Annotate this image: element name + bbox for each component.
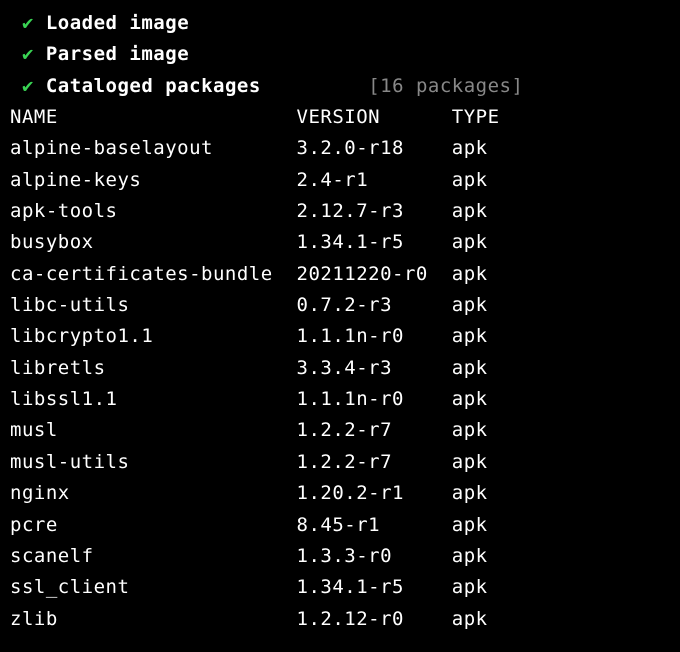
package-name: alpine-baselayout: [10, 137, 297, 159]
table-row: pcre 8.45-r1 apk: [10, 510, 670, 541]
package-version: 3.2.0-r18: [297, 137, 452, 159]
step-label: Parsed image: [46, 43, 189, 65]
table-row: alpine-keys 2.4-r1 apk: [10, 165, 670, 196]
package-name: libssl1.1: [10, 388, 297, 410]
package-version: 1.20.2-r1: [297, 482, 452, 504]
package-version: 2.4-r1: [297, 169, 452, 191]
table-row: ca-certificates-bundle 20211220-r0 apk: [10, 259, 670, 290]
package-name: busybox: [10, 231, 297, 253]
package-type: apk: [452, 608, 488, 630]
package-type: apk: [452, 576, 488, 598]
package-type: apk: [452, 545, 488, 567]
package-name: libc-utils: [10, 294, 297, 316]
check-icon: ✔: [22, 75, 34, 97]
table-row: busybox 1.34.1-r5 apk: [10, 227, 670, 258]
package-version: 3.3.4-r3: [297, 357, 452, 379]
table-row: nginx 1.20.2-r1 apk: [10, 478, 670, 509]
package-name: musl: [10, 419, 297, 441]
package-type: apk: [452, 294, 488, 316]
table-header: NAME VERSION TYPE: [10, 102, 670, 133]
package-name: scanelf: [10, 545, 297, 567]
table-row: libcrypto1.1 1.1.1n-r0 apk: [10, 321, 670, 352]
table-row: scanelf 1.3.3-r0 apk: [10, 541, 670, 572]
table-row: apk-tools 2.12.7-r3 apk: [10, 196, 670, 227]
package-version: 8.45-r1: [297, 514, 452, 536]
step-label: Cataloged packages: [46, 75, 261, 97]
package-type: apk: [452, 451, 488, 473]
package-name: nginx: [10, 482, 297, 504]
package-name: libcrypto1.1: [10, 325, 297, 347]
package-name: zlib: [10, 608, 297, 630]
package-version: 20211220-r0: [297, 263, 452, 285]
check-icon: ✔: [22, 43, 34, 65]
package-table: NAME VERSION TYPEalpine-baselayout 3.2.0…: [10, 102, 670, 635]
package-name: libretls: [10, 357, 297, 379]
package-name: alpine-keys: [10, 169, 297, 191]
package-name: apk-tools: [10, 200, 297, 222]
package-version: 1.1.1n-r0: [297, 388, 452, 410]
check-icon: ✔: [22, 12, 34, 34]
package-version: 1.2.12-r0: [297, 608, 452, 630]
package-type: apk: [452, 482, 488, 504]
table-row: libretls 3.3.4-r3 apk: [10, 353, 670, 384]
package-type: apk: [452, 357, 488, 379]
progress-step: ✔ Parsed image: [10, 39, 670, 70]
column-header-version: VERSION: [297, 106, 452, 128]
column-header-name: NAME: [10, 106, 297, 128]
table-row: ssl_client 1.34.1-r5 apk: [10, 572, 670, 603]
package-version: 1.2.2-r7: [297, 451, 452, 473]
package-type: apk: [452, 419, 488, 441]
package-version: 1.34.1-r5: [297, 231, 452, 253]
step-suffix: [16 packages]: [368, 75, 523, 97]
progress-step: ✔ Loaded image: [10, 8, 670, 39]
table-row: musl-utils 1.2.2-r7 apk: [10, 447, 670, 478]
table-row: alpine-baselayout 3.2.0-r18 apk: [10, 133, 670, 164]
package-version: 2.12.7-r3: [297, 200, 452, 222]
table-row: libssl1.1 1.1.1n-r0 apk: [10, 384, 670, 415]
table-row: libc-utils 0.7.2-r3 apk: [10, 290, 670, 321]
package-name: ssl_client: [10, 576, 297, 598]
package-type: apk: [452, 388, 488, 410]
package-version: 0.7.2-r3: [297, 294, 452, 316]
table-row: zlib 1.2.12-r0 apk: [10, 604, 670, 635]
table-row: musl 1.2.2-r7 apk: [10, 415, 670, 446]
package-name: musl-utils: [10, 451, 297, 473]
package-version: 1.2.2-r7: [297, 419, 452, 441]
package-type: apk: [452, 169, 488, 191]
package-type: apk: [452, 200, 488, 222]
package-name: ca-certificates-bundle: [10, 263, 297, 285]
package-version: 1.1.1n-r0: [297, 325, 452, 347]
step-label: Loaded image: [46, 12, 189, 34]
package-type: apk: [452, 231, 488, 253]
column-header-type: TYPE: [452, 106, 500, 128]
package-type: apk: [452, 137, 488, 159]
package-type: apk: [452, 325, 488, 347]
package-version: 1.34.1-r5: [297, 576, 452, 598]
package-type: apk: [452, 514, 488, 536]
progress-step: ✔ Cataloged packages [16 packages]: [10, 71, 670, 102]
package-name: pcre: [10, 514, 297, 536]
package-version: 1.3.3-r0: [297, 545, 452, 567]
progress-steps: ✔ Loaded image ✔ Parsed image ✔ Cataloge…: [10, 8, 670, 102]
package-type: apk: [452, 263, 488, 285]
